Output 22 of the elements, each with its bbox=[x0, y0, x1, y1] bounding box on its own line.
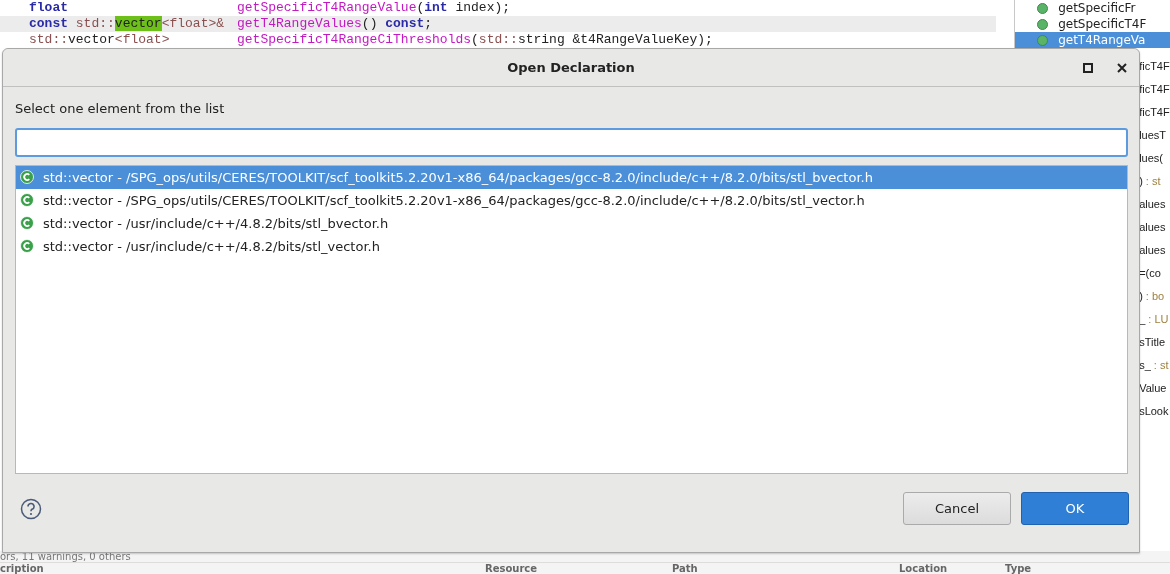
code-token: getT4RangeValues bbox=[237, 16, 362, 31]
code-token: std:: bbox=[478, 32, 518, 47]
code-token: float bbox=[29, 0, 68, 15]
code-token: () bbox=[361, 16, 379, 31]
code-token: getSpecificT4RangeCiThresholds bbox=[237, 32, 472, 47]
code-token: getSpecificT4RangeValue bbox=[237, 0, 417, 15]
code-token: const bbox=[29, 16, 68, 31]
code-token: const bbox=[385, 16, 425, 31]
code-token: ( bbox=[471, 32, 479, 47]
code-token: ( bbox=[416, 0, 425, 15]
code-token: std:: bbox=[74, 16, 115, 31]
code-token: index); bbox=[454, 0, 511, 15]
code-token: vector bbox=[114, 16, 162, 31]
code-token: ; bbox=[424, 16, 433, 31]
code-token: std:: bbox=[29, 32, 68, 47]
code-token: int bbox=[424, 0, 448, 15]
code-token: <float>& bbox=[161, 16, 225, 31]
dialog-title: Open Declaration bbox=[507, 60, 635, 75]
code-token: vector bbox=[68, 32, 115, 47]
code-token: string &t4RangeValueKey); bbox=[517, 32, 713, 47]
code-token: <float> bbox=[114, 32, 170, 47]
prompt-label: Select one element from the list bbox=[15, 99, 226, 117]
